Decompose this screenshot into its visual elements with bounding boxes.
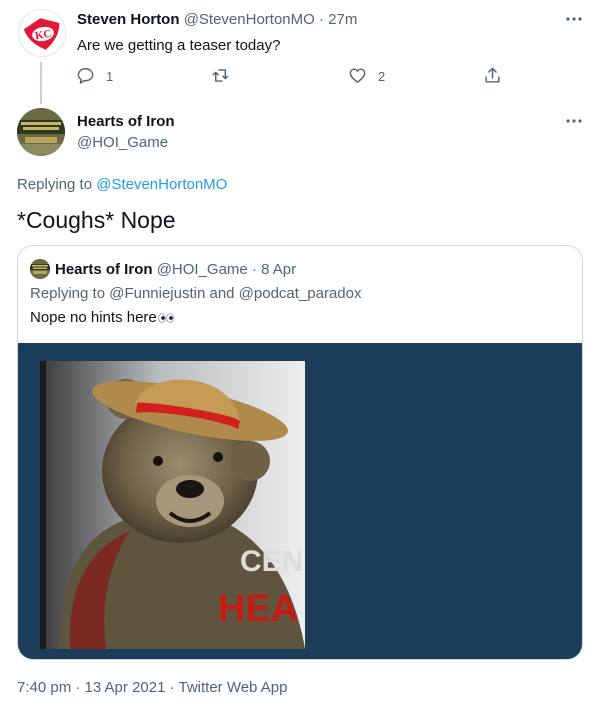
author-handle[interactable]: @HOI_Game bbox=[77, 134, 168, 151]
like-button[interactable]: 2 bbox=[348, 66, 385, 85]
chiefs-logo-icon: KC bbox=[23, 18, 60, 50]
quoted-media[interactable]: CEN HEA bbox=[18, 343, 582, 659]
tweet-text: Are we getting a teaser today? bbox=[77, 37, 281, 54]
retweet-icon bbox=[212, 69, 229, 82]
separator: · bbox=[318, 11, 324, 28]
reply-icon bbox=[77, 68, 94, 84]
replying-to: Replying to @StevenHortonMO bbox=[17, 176, 227, 193]
quoted-header: Hearts of Iron @HOI_Game · 8 Apr bbox=[55, 261, 296, 278]
bear-with-hat-illustration: CEN HEA bbox=[40, 361, 305, 649]
hearts-of-iron-logo-icon bbox=[17, 108, 65, 156]
more-horizontal-icon bbox=[566, 17, 582, 21]
avatar[interactable]: KC bbox=[18, 9, 66, 57]
reply-tweet[interactable]: KC Steven Horton @StevenHortonMO · 27m A… bbox=[0, 0, 600, 104]
more-options-button[interactable] bbox=[564, 9, 584, 29]
quoted-tweet-text: Nope no hints here bbox=[30, 309, 157, 326]
avatar[interactable] bbox=[17, 108, 65, 156]
quoted-tweet-card[interactable]: Hearts of Iron @HOI_Game · 8 Apr Replyin… bbox=[17, 245, 583, 660]
share-button[interactable] bbox=[483, 66, 502, 85]
like-count: 2 bbox=[378, 69, 386, 84]
more-horizontal-icon bbox=[566, 119, 582, 123]
author-name[interactable]: Hearts of Iron bbox=[77, 113, 175, 130]
eyes-emoji-icon bbox=[157, 313, 174, 323]
quoted-author-name: Hearts of Iron bbox=[55, 261, 153, 278]
quoted-tweet-text-row: Nope no hints here bbox=[30, 309, 174, 326]
image-text-1: CEN bbox=[240, 545, 303, 578]
author-handle[interactable]: @StevenHortonMO bbox=[184, 11, 315, 28]
reply-tweet-header: Steven Horton @StevenHortonMO · 27m bbox=[77, 11, 357, 28]
hearts-of-iron-logo-icon bbox=[30, 259, 50, 279]
tweet-timestamp[interactable]: 7:40 pm · 13 Apr 2021 · Twitter Web App bbox=[17, 679, 287, 696]
retweet-button[interactable] bbox=[211, 66, 241, 85]
replying-to-label: Replying to bbox=[17, 176, 97, 193]
reply-button[interactable]: 1 bbox=[76, 66, 113, 85]
reply-count: 1 bbox=[106, 69, 114, 84]
quoted-date: 8 Apr bbox=[261, 261, 297, 278]
bear-image: CEN HEA bbox=[40, 361, 305, 649]
replying-to-link[interactable]: @StevenHortonMO bbox=[96, 176, 227, 193]
separator: · bbox=[251, 261, 257, 278]
author-name[interactable]: Steven Horton bbox=[77, 11, 180, 28]
heart-icon bbox=[349, 68, 366, 83]
thread-line bbox=[40, 62, 42, 104]
tweet-text: *Coughs* Nope bbox=[17, 207, 176, 233]
share-icon bbox=[485, 67, 500, 83]
quoted-author-handle: @HOI_Game bbox=[156, 261, 248, 278]
more-options-button[interactable] bbox=[564, 111, 584, 131]
image-text-2: HEA bbox=[218, 588, 298, 630]
tweet-time[interactable]: 27m bbox=[328, 11, 357, 28]
quoted-avatar bbox=[30, 259, 50, 279]
quoted-replying-to: Replying to @Funniejustin and @podcat_pa… bbox=[30, 285, 362, 302]
